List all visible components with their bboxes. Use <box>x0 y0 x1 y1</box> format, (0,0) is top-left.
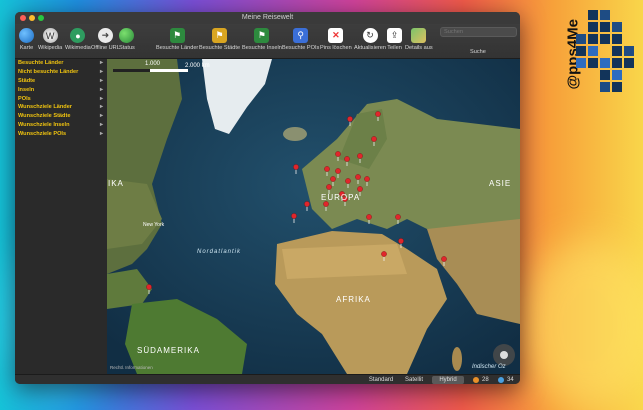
toolbar-button-besuchte-inseln[interactable]: ⚑ Besuchte Inseln <box>242 26 282 56</box>
toolbar-button-details-aus[interactable]: Details aus <box>405 26 433 56</box>
compass-control[interactable] <box>493 344 515 366</box>
chevron-right-icon: ▸ <box>99 113 103 120</box>
sidebar-item-wunschziele-staedte[interactable]: Wunschziele Städte ▸ <box>15 112 107 121</box>
globe-count-icon <box>498 377 504 383</box>
visited-pois-icon: ⚲ <box>293 28 309 43</box>
status-bar: Standard Satellit Hybrid 28 34 <box>15 374 520 384</box>
sidebar-item-staedte[interactable]: Städte ▸ <box>15 77 107 86</box>
landmass-iceland <box>283 127 307 141</box>
sidebar-item-besuchte-laender[interactable]: Besuchte Länder ▸ <box>15 59 107 68</box>
wikipedia-icon: W <box>42 28 58 43</box>
chevron-right-icon: ▸ <box>99 95 103 102</box>
visited-count-icon <box>473 377 479 383</box>
sidebar-item-pois[interactable]: POIs ▸ <box>15 95 107 104</box>
brand-mosaic-icon <box>576 10 634 92</box>
chevron-right-icon: ▸ <box>99 86 103 93</box>
search-label: Suche <box>470 49 486 55</box>
wikimedia-icon: ● <box>70 28 86 43</box>
map-label-suedamerika: SÜDAMERIKA <box>137 346 200 355</box>
refresh-icon: ↻ <box>362 28 378 43</box>
sidebar-item-inseln[interactable]: Inseln ▸ <box>15 86 107 95</box>
app-window: Meine Reisewelt Karte W Wikipedia ● Wiki… <box>15 12 520 384</box>
scale-bar <box>113 69 188 72</box>
toolbar-button-besuchte-pois[interactable]: ⚲ Besuchte POIs <box>282 26 319 56</box>
scale-km-label: 2.000 km <box>185 63 210 69</box>
chevron-right-icon: ▸ <box>99 60 103 66</box>
zoom-window-button[interactable] <box>38 15 44 21</box>
toolbar-button-pins-loeschen[interactable]: ✕ Pins löschen <box>320 26 352 56</box>
toolbar-button-wikipedia[interactable]: W Wikipedia <box>38 26 62 56</box>
share-icon: ⇪ <box>387 28 402 43</box>
chevron-right-icon: ▸ <box>99 122 103 129</box>
toolbar-button-offline-url[interactable]: ➜ Offline URL <box>91 26 120 56</box>
map-label-amerika: IKA <box>108 179 124 188</box>
map-mode-standard[interactable]: Standard <box>365 376 397 384</box>
visited-countries-icon: ⚑ <box>169 28 185 43</box>
globe-icon <box>19 28 34 43</box>
toolbar-button-teilen[interactable]: ⇪ Teilen <box>387 26 402 56</box>
map-label-asien: ASIE <box>489 179 512 188</box>
map-details-icon <box>411 28 427 43</box>
sidebar-item-wunschziele-inseln[interactable]: Wunschziele Inseln ▸ <box>15 121 107 130</box>
map-canvas[interactable] <box>107 59 520 374</box>
background-blob <box>520 240 643 410</box>
landmass-madagascar <box>452 347 462 371</box>
sidebar-item-nicht-besuchte-laender[interactable]: Nicht besuchte Länder ▸ <box>15 68 107 77</box>
map-label-new-york: New York <box>143 222 165 228</box>
legal-link[interactable]: Rechtl. Informationen <box>110 365 153 370</box>
scale-label: 1.000 <box>145 61 161 67</box>
sidebar-item-wunschziele-pois[interactable]: Wunschziele POIs ▸ <box>15 130 107 139</box>
world-map[interactable]: 1.000 2.000 km EUROPA AFRIKA SÜDAMERIKA … <box>107 59 520 374</box>
arrow-right-icon: ➜ <box>97 28 113 43</box>
close-window-button[interactable] <box>20 15 26 21</box>
toolbar-button-karte[interactable]: Karte <box>19 26 34 56</box>
toolbar: Karte W Wikipedia ● Wikimedia ➜ Offline … <box>15 24 520 59</box>
map-label-europa: EUROPA <box>321 193 361 202</box>
status-globe-icon <box>119 28 135 43</box>
visited-cities-icon: ⚑ <box>212 28 228 43</box>
chevron-right-icon: ▸ <box>99 68 103 75</box>
toolbar-button-besuchte-laender[interactable]: ⚑ Besuchte Länder <box>156 26 198 56</box>
chevron-right-icon: ▸ <box>99 104 103 111</box>
toolbar-button-aktualisieren[interactable]: ↻ Aktualisieren <box>354 26 386 56</box>
toolbar-button-wikimedia[interactable]: ● Wikimedia <box>65 26 91 56</box>
chevron-right-icon: ▸ <box>99 131 103 138</box>
window-title: Meine Reisewelt <box>241 14 294 21</box>
search-input[interactable] <box>440 27 517 37</box>
toolbar-button-besuchte-staedte[interactable]: ⚑ Besuchte Städte <box>199 26 240 56</box>
map-mode-hybrid[interactable]: Hybrid <box>432 376 464 384</box>
title-bar: Meine Reisewelt <box>15 12 520 24</box>
delete-pins-icon: ✕ <box>328 28 344 43</box>
visited-islands-icon: ⚑ <box>254 28 270 43</box>
chevron-right-icon: ▸ <box>99 77 103 84</box>
landmass-sahara <box>282 244 407 279</box>
map-label-afrika: AFRIKA <box>336 295 371 304</box>
other-count: 34 <box>507 377 514 383</box>
map-label-indischer-ozean: Indischer Oz <box>472 364 506 370</box>
sidebar: Besuchte Länder ▸ Nicht besuchte Länder ▸ … <box>15 59 108 374</box>
map-mode-satellit[interactable]: Satellit <box>398 376 430 384</box>
map-label-nordatlantik: Nordatlantik <box>197 249 242 255</box>
toolbar-button-status[interactable]: Status <box>119 26 135 56</box>
minimize-window-button[interactable] <box>29 15 35 21</box>
visited-count: 28 <box>482 377 489 383</box>
brand-logo: @pps4Me <box>548 8 638 108</box>
sidebar-item-wunschziele-laender[interactable]: Wunschziele Länder ▸ <box>15 103 107 112</box>
